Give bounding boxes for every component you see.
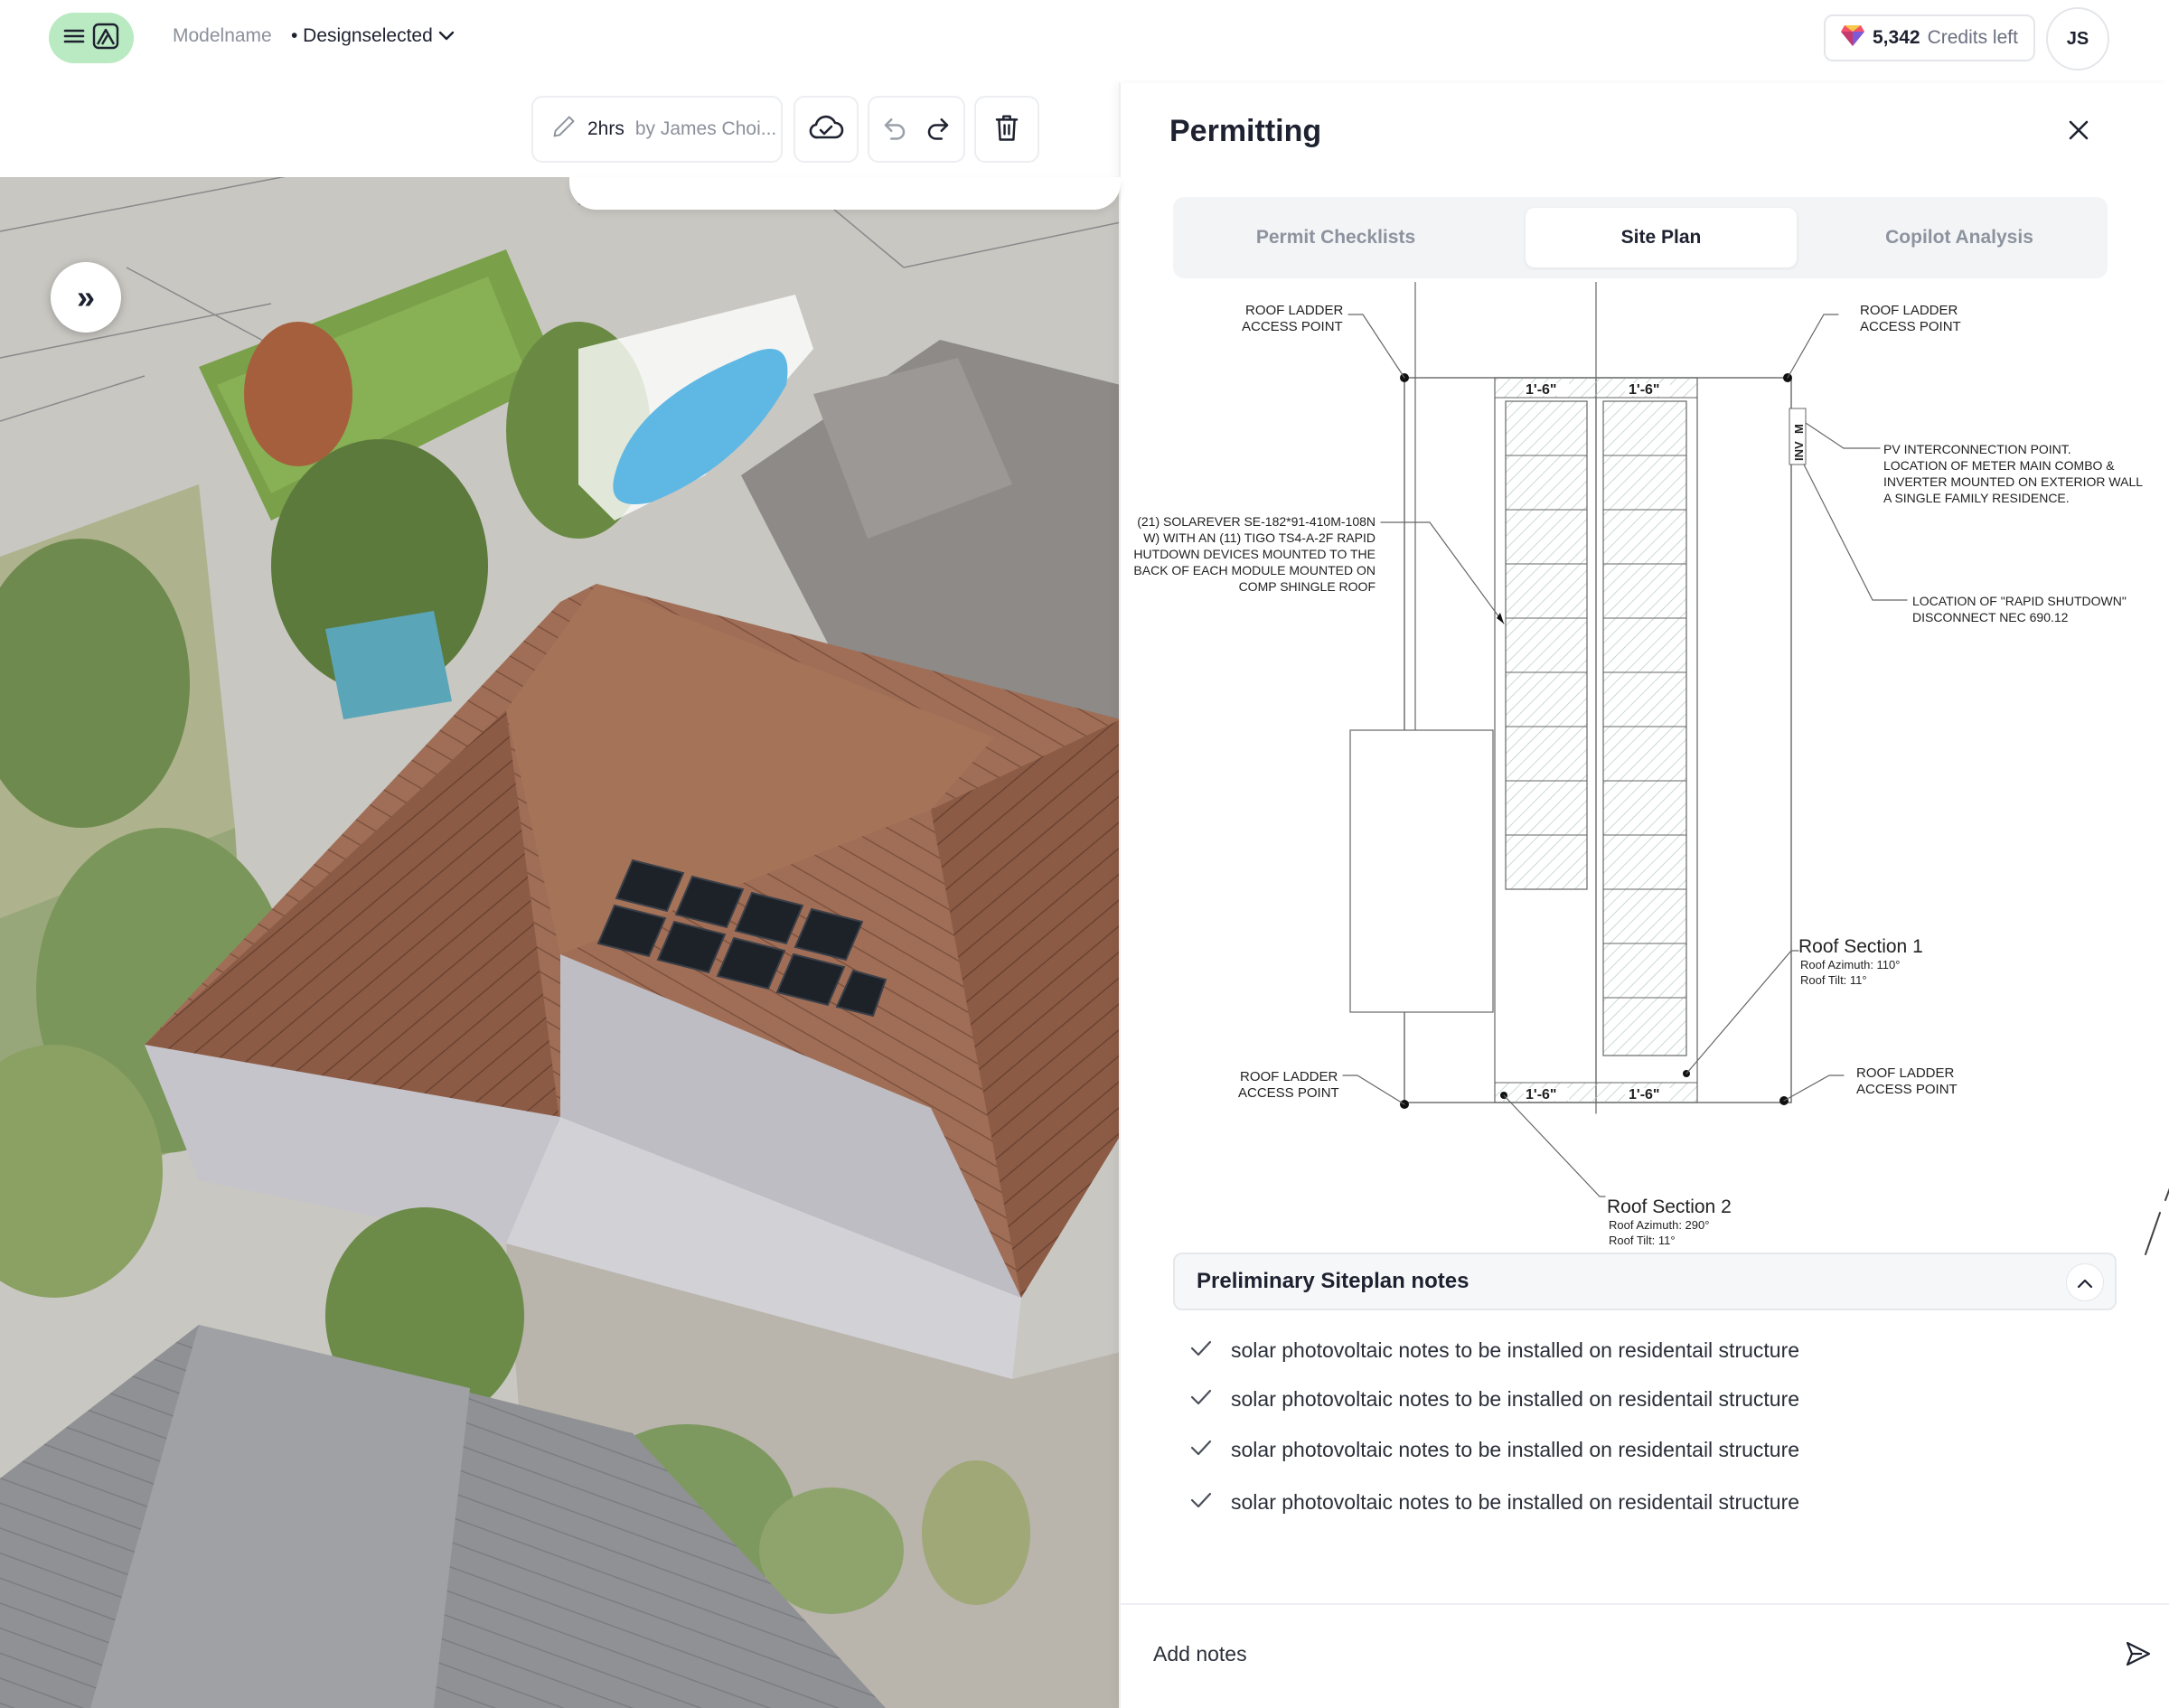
add-notes-input[interactable] bbox=[1153, 1636, 2057, 1672]
roof-section-1-tilt: Roof Tilt: 11° bbox=[1800, 973, 1867, 987]
panel-title: Permitting bbox=[1169, 114, 1322, 148]
toolbar-edge bbox=[569, 177, 1121, 210]
module-note-line: W) WITH AN (11) TIGO TS4-A-2F RAPID bbox=[1143, 530, 1376, 545]
roof-section-2-title: Roof Section 2 bbox=[1607, 1197, 1732, 1217]
ladder-bottom-left-line1: ROOF LADDER bbox=[1240, 1069, 1338, 1084]
collapse-notes-button[interactable] bbox=[2066, 1263, 2104, 1301]
module-column-right bbox=[1602, 400, 1687, 1056]
map-3d-view[interactable] bbox=[0, 177, 1121, 1708]
note-text: solar photovoltaic notes to be installed… bbox=[1231, 1386, 1800, 1411]
gem-icon bbox=[1840, 23, 1865, 52]
module-note-line: (21) SOLAREVER SE-182*91-410M-108N bbox=[1137, 514, 1376, 529]
tab-site-plan[interactable]: Site Plan bbox=[1526, 208, 1797, 267]
m-label: M bbox=[1792, 424, 1806, 434]
credits-badge[interactable]: 5,342 Credits left bbox=[1824, 14, 2035, 61]
note-text: solar photovoltaic notes to be installed… bbox=[1231, 1437, 1800, 1461]
credits-label: Credits left bbox=[1927, 27, 2018, 48]
ladder-top-right-line1: ROOF LADDER bbox=[1860, 303, 1958, 318]
ladder-top-right-line2: ACCESS POINT bbox=[1860, 319, 1961, 334]
trash-icon bbox=[993, 113, 1020, 146]
module-column-left bbox=[1505, 400, 1588, 890]
check-icon bbox=[1189, 1490, 1213, 1515]
module-note-line: BACK OF EACH MODULE MOUNTED ON bbox=[1133, 563, 1376, 577]
note-text: solar photovoltaic notes to be installed… bbox=[1231, 1337, 1800, 1362]
model-name[interactable]: Modelname bbox=[173, 25, 272, 47]
note-item: solar photovoltaic notes to be installed… bbox=[1189, 1383, 1799, 1415]
ladder-top-left-line2: ACCESS POINT bbox=[1242, 319, 1343, 334]
permitting-panel: Permitting Permit Checklists Site Plan C… bbox=[1119, 83, 2169, 1708]
app-logo-icon bbox=[92, 23, 119, 54]
top-bar: Modelname • Designselected 5,342 Credits… bbox=[0, 0, 2169, 80]
note-item: solar photovoltaic notes to be installed… bbox=[1189, 1334, 1799, 1366]
rsd-note-line: LOCATION OF "RAPID SHUTDOWN" bbox=[1912, 594, 2127, 608]
aerial-imagery bbox=[0, 177, 1121, 1708]
pv-note-line: LOCATION OF METER MAIN COMBO & bbox=[1883, 458, 2115, 473]
add-notes-bar bbox=[1121, 1603, 2169, 1708]
pv-interconnection-note: PV INTERCONNECTION POINT. LOCATION OF ME… bbox=[1883, 442, 2143, 505]
pv-note-line: PV INTERCONNECTION POINT. bbox=[1883, 442, 2071, 456]
check-icon bbox=[1189, 1338, 1213, 1363]
pv-note-line: INVERTER MOUNTED ON EXTERIOR WALL bbox=[1883, 474, 2143, 489]
pencil-icon bbox=[551, 114, 577, 145]
version-history-button[interactable]: 2hrs by James Choi... bbox=[531, 96, 783, 163]
redo-icon[interactable] bbox=[925, 114, 952, 145]
module-note: (21) SOLAREVER SE-182*91-410M-108N W) WI… bbox=[1133, 514, 1376, 594]
site-plan-drawing: M INV 1'-6" 1'-6" 1'-6" 1'-6" ROOF LADDE… bbox=[1133, 282, 2169, 1255]
send-icon bbox=[2124, 1639, 2153, 1673]
dim-top-right: 1'-6" bbox=[1629, 382, 1660, 398]
note-text: solar photovoltaic notes to be installed… bbox=[1231, 1489, 1800, 1514]
double-chevron-right-icon: » bbox=[76, 278, 96, 315]
dim-bottom-right: 1'-6" bbox=[1629, 1087, 1660, 1103]
siteplan-notes-header[interactable]: Preliminary Siteplan notes bbox=[1173, 1253, 2117, 1310]
app-root: » 2hrs by James Choi... Modelname • Desi… bbox=[0, 0, 2169, 1708]
main-menu-button[interactable] bbox=[49, 13, 134, 63]
note-item: solar photovoltaic notes to be installed… bbox=[1189, 1433, 1799, 1466]
pv-note-line: A SINGLE FAMILY RESIDENCE. bbox=[1883, 491, 2070, 505]
rapid-shutdown-note: LOCATION OF "RAPID SHUTDOWN" DISCONNECT … bbox=[1912, 594, 2127, 624]
ladder-bottom-right-line1: ROOF LADDER bbox=[1856, 1065, 1955, 1081]
undo-redo-group bbox=[868, 96, 965, 163]
history-time: 2hrs bbox=[587, 118, 624, 139]
cloud-check-icon bbox=[808, 113, 844, 146]
note-item: solar photovoltaic notes to be installed… bbox=[1189, 1486, 1799, 1518]
design-selected-label: • Designselected bbox=[291, 25, 433, 46]
permitting-tabs: Permit Checklists Site Plan Copilot Anal… bbox=[1173, 197, 2108, 278]
ladder-bottom-right-line2: ACCESS POINT bbox=[1856, 1082, 1958, 1097]
check-icon bbox=[1189, 1387, 1213, 1412]
history-author: by James Choi... bbox=[634, 118, 777, 139]
module-note-line: HUTDOWN DEVICES MOUNTED TO THE bbox=[1133, 547, 1376, 561]
send-note-button[interactable] bbox=[2120, 1638, 2156, 1674]
roof-section-1-title: Roof Section 1 bbox=[1798, 936, 1923, 957]
close-icon bbox=[2067, 118, 2090, 146]
inv-label: INV bbox=[1792, 441, 1806, 461]
delete-button[interactable] bbox=[974, 96, 1039, 163]
hamburger-icon bbox=[63, 27, 85, 50]
undo-icon[interactable] bbox=[881, 114, 908, 145]
check-icon bbox=[1189, 1438, 1213, 1462]
credits-count: 5,342 bbox=[1873, 27, 1920, 48]
ladder-top-left-line1: ROOF LADDER bbox=[1245, 303, 1344, 318]
expand-sidebar-button[interactable]: » bbox=[51, 262, 121, 333]
roof-section-1-azimuth: Roof Azimuth: 110° bbox=[1800, 958, 1900, 971]
chevron-up-icon bbox=[2077, 1270, 2093, 1295]
notes-header-label: Preliminary Siteplan notes bbox=[1197, 1269, 1469, 1293]
close-panel-button[interactable] bbox=[2059, 112, 2099, 152]
design-selector[interactable]: • Designselected bbox=[291, 25, 455, 47]
ladder-bottom-left-line2: ACCESS POINT bbox=[1238, 1085, 1339, 1101]
dim-top-left: 1'-6" bbox=[1526, 382, 1557, 398]
tab-permit-checklists[interactable]: Permit Checklists bbox=[1184, 208, 1488, 267]
dim-bottom-left: 1'-6" bbox=[1526, 1087, 1557, 1103]
roof-section-2-azimuth: Roof Azimuth: 290° bbox=[1609, 1218, 1709, 1232]
user-avatar[interactable]: JS bbox=[2046, 7, 2109, 70]
rsd-note-line: DISCONNECT NEC 690.12 bbox=[1912, 610, 2069, 624]
roof-section-2-tilt: Roof Tilt: 11° bbox=[1609, 1234, 1676, 1247]
chevron-down-icon bbox=[438, 25, 455, 47]
module-note-line: COMP SHINGLE ROOF bbox=[1239, 579, 1376, 594]
cloud-save-button[interactable] bbox=[793, 96, 859, 163]
tab-copilot-analysis[interactable]: Copilot Analysis bbox=[1824, 208, 2095, 267]
